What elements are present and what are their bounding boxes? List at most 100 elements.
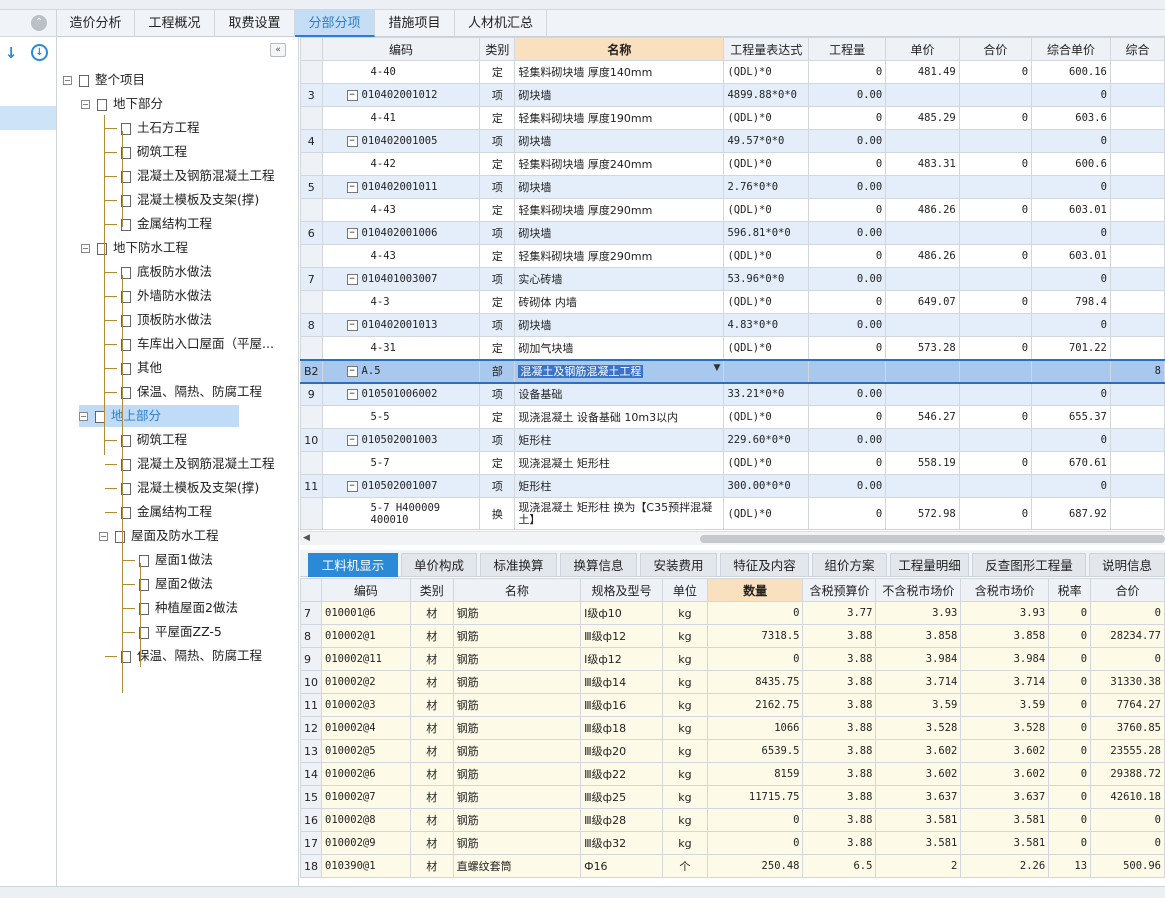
market-price-incl-cell[interactable]: 3.528: [960, 716, 1050, 740]
unit-price-cell[interactable]: 649.07: [885, 290, 960, 314]
name-cell[interactable]: 砌块墙: [514, 83, 725, 107]
expression-cell[interactable]: (QDL)*0: [723, 106, 810, 130]
tree-node[interactable]: − 地下防水工程: [81, 237, 188, 259]
market-price-excl-cell[interactable]: 3.602: [875, 762, 962, 786]
tree-node[interactable]: 混凝土模板及支架(撑): [121, 477, 259, 499]
column-header[interactable]: 合价: [958, 37, 1033, 61]
code-cell[interactable]: 4-31: [321, 336, 481, 360]
unit-price-cell[interactable]: [885, 83, 960, 107]
tax-rate-cell[interactable]: 0: [1048, 624, 1092, 648]
code-cell[interactable]: 010001@6: [321, 601, 411, 625]
spec-cell[interactable]: Ⅲ级ф18: [580, 716, 663, 740]
tree-node[interactable]: 其他: [121, 357, 162, 379]
code-cell[interactable]: 010002@1: [321, 624, 411, 648]
name-cell[interactable]: 砌块墙: [514, 313, 725, 337]
name-cell[interactable]: 轻集料砌块墙 厚度290mm: [514, 198, 725, 222]
market-price-incl-cell[interactable]: 3.59: [960, 693, 1050, 717]
tax-rate-cell[interactable]: 0: [1048, 762, 1092, 786]
market-price-incl-cell[interactable]: 2.26: [960, 854, 1050, 878]
expression-cell[interactable]: 300.00*0*0: [723, 474, 810, 498]
tree-node[interactable]: 保温、隔热、防腐工程: [121, 645, 262, 667]
tree-toggle-icon[interactable]: −: [81, 100, 90, 109]
tree-toggle-icon[interactable]: −: [63, 76, 72, 85]
table-row[interactable]: 9 010002@11 材钢筋 Ⅰ级ф12 kg 0 3.88 3.984 3.984 0 0: [300, 647, 1165, 671]
collapse-panel-icon[interactable]: «: [270, 43, 286, 57]
name-cell[interactable]: 直螺纹套筒: [452, 854, 582, 878]
bottom-tab-7[interactable]: 工程量明细: [890, 553, 969, 577]
tab-1[interactable]: 工程概况: [135, 10, 215, 37]
table-row[interactable]: 4-41 定轻集料砌块墙 厚度190mm (QDL)*0 0 485.29 0 603.6: [300, 106, 1165, 130]
tree-node[interactable]: 混凝土及钢筋混凝土工程: [121, 453, 275, 475]
name-cell[interactable]: 设备基础: [514, 382, 725, 406]
name-cell[interactable]: 钢筋: [452, 716, 582, 740]
code-cell[interactable]: 4-43: [321, 244, 481, 268]
download-circle-icon[interactable]: ↓: [31, 44, 48, 61]
name-cell[interactable]: 现浇混凝土 设备基础 10m3以内: [514, 405, 725, 429]
quantity-cell[interactable]: 0.00: [808, 382, 887, 406]
table-row[interactable]: 8 010002@1 材钢筋 Ⅲ级ф12 kg 7318.5 3.88 3.858 3.858 0…: [300, 624, 1165, 648]
table-row[interactable]: 11−010502001007 项矩形柱 300.00*0*0 0.00 0: [300, 474, 1165, 498]
code-cell[interactable]: −010401003007: [321, 267, 481, 291]
unit-price-cell[interactable]: [885, 313, 960, 337]
expression-cell[interactable]: 2.76*0*0: [723, 175, 810, 199]
name-cell[interactable]: 钢筋: [452, 831, 582, 855]
tree-toggle-icon[interactable]: −: [79, 412, 88, 421]
quantity-cell[interactable]: 0: [808, 60, 887, 84]
market-price-incl-cell[interactable]: 3.714: [960, 670, 1050, 694]
name-cell[interactable]: 砌块墙: [514, 221, 725, 245]
spec-cell[interactable]: Ⅰ级ф12: [580, 647, 663, 671]
table-row[interactable]: 7 010001@6 材钢筋 Ⅰ级ф10 kg 0 3.77 3.93 3.93 0 0: [300, 601, 1165, 625]
code-cell[interactable]: 010002@2: [321, 670, 411, 694]
unit-price-cell[interactable]: 483.31: [885, 152, 960, 176]
column-header[interactable]: 综合单价: [1031, 37, 1111, 61]
name-cell[interactable]: 轻集料砌块墙 厚度290mm: [514, 244, 725, 268]
chevron-down-icon[interactable]: ▼: [714, 363, 721, 373]
expression-cell[interactable]: (QDL)*0: [723, 198, 810, 222]
quantity-cell[interactable]: 0.00: [808, 428, 887, 452]
table-row[interactable]: 5-7 定现浇混凝土 矩形柱 (QDL)*0 0 558.19 0 670.61: [300, 451, 1165, 475]
quantity-cell[interactable]: 0.00: [808, 313, 887, 337]
collapse-toggle-icon[interactable]: −: [346, 227, 358, 239]
bottom-tab-3[interactable]: 换算信息: [560, 553, 637, 577]
quantity-cell[interactable]: 0.00: [808, 221, 887, 245]
code-cell[interactable]: 010002@6: [321, 762, 411, 786]
name-cell[interactable]: 砌加气块墙: [514, 336, 725, 360]
scrollbar-thumb[interactable]: [700, 535, 1165, 543]
quantity-cell[interactable]: 0.00: [808, 129, 887, 153]
tab-4[interactable]: 措施项目: [375, 10, 455, 37]
code-cell[interactable]: 5-5: [321, 405, 481, 429]
column-header[interactable]: 编码: [321, 578, 411, 602]
unit-price-cell[interactable]: 572.98: [885, 497, 960, 530]
tax-rate-cell[interactable]: 0: [1048, 647, 1092, 671]
name-cell[interactable]: 砖砌体 内墙: [514, 290, 725, 314]
table-row[interactable]: 4-43 定轻集料砌块墙 厚度290mm (QDL)*0 0 486.26 0 603.01: [300, 244, 1165, 268]
budget-price-cell[interactable]: 3.88: [802, 739, 877, 763]
spec-cell[interactable]: Ⅰ级ф10: [580, 601, 663, 625]
code-cell[interactable]: 4-3: [321, 290, 481, 314]
tab-2[interactable]: 取费设置: [215, 10, 295, 37]
quantity-cell[interactable]: 11715.75: [706, 785, 804, 809]
code-cell[interactable]: 4-43: [321, 198, 481, 222]
unit-price-cell[interactable]: [885, 428, 960, 452]
name-cell[interactable]: 混凝土及钢筋混凝土工程 ▼: [514, 358, 725, 384]
column-header[interactable]: 含税市场价: [960, 578, 1050, 602]
market-price-incl-cell[interactable]: 3.581: [960, 808, 1050, 832]
quantity-cell[interactable]: 0.00: [808, 83, 887, 107]
column-header[interactable]: 含税预算价: [802, 578, 877, 602]
table-row[interactable]: 7−010401003007 项实心砖墙 53.96*0*0 0.00 0: [300, 267, 1165, 291]
code-cell[interactable]: 4-40: [321, 60, 481, 84]
budget-price-cell[interactable]: 3.88: [802, 785, 877, 809]
code-cell[interactable]: 4-42: [321, 152, 481, 176]
collapse-toggle-icon[interactable]: −: [346, 319, 358, 331]
unit-price-cell[interactable]: [885, 221, 960, 245]
column-header[interactable]: 单位: [661, 578, 708, 602]
quantity-cell[interactable]: 0: [808, 336, 887, 360]
table-row[interactable]: 16 010002@8 材钢筋 Ⅲ级ф28 kg 0 3.88 3.581 3.581 0 0: [300, 808, 1165, 832]
column-header[interactable]: 名称: [514, 37, 725, 61]
spec-cell[interactable]: Ⅲ级ф32: [580, 831, 663, 855]
unit-price-cell[interactable]: 481.49: [885, 60, 960, 84]
arrow-down-icon[interactable]: ↓: [2, 44, 20, 62]
code-cell[interactable]: −010402001005: [321, 129, 481, 153]
unit-price-cell[interactable]: [885, 267, 960, 291]
tax-rate-cell[interactable]: 0: [1048, 808, 1092, 832]
